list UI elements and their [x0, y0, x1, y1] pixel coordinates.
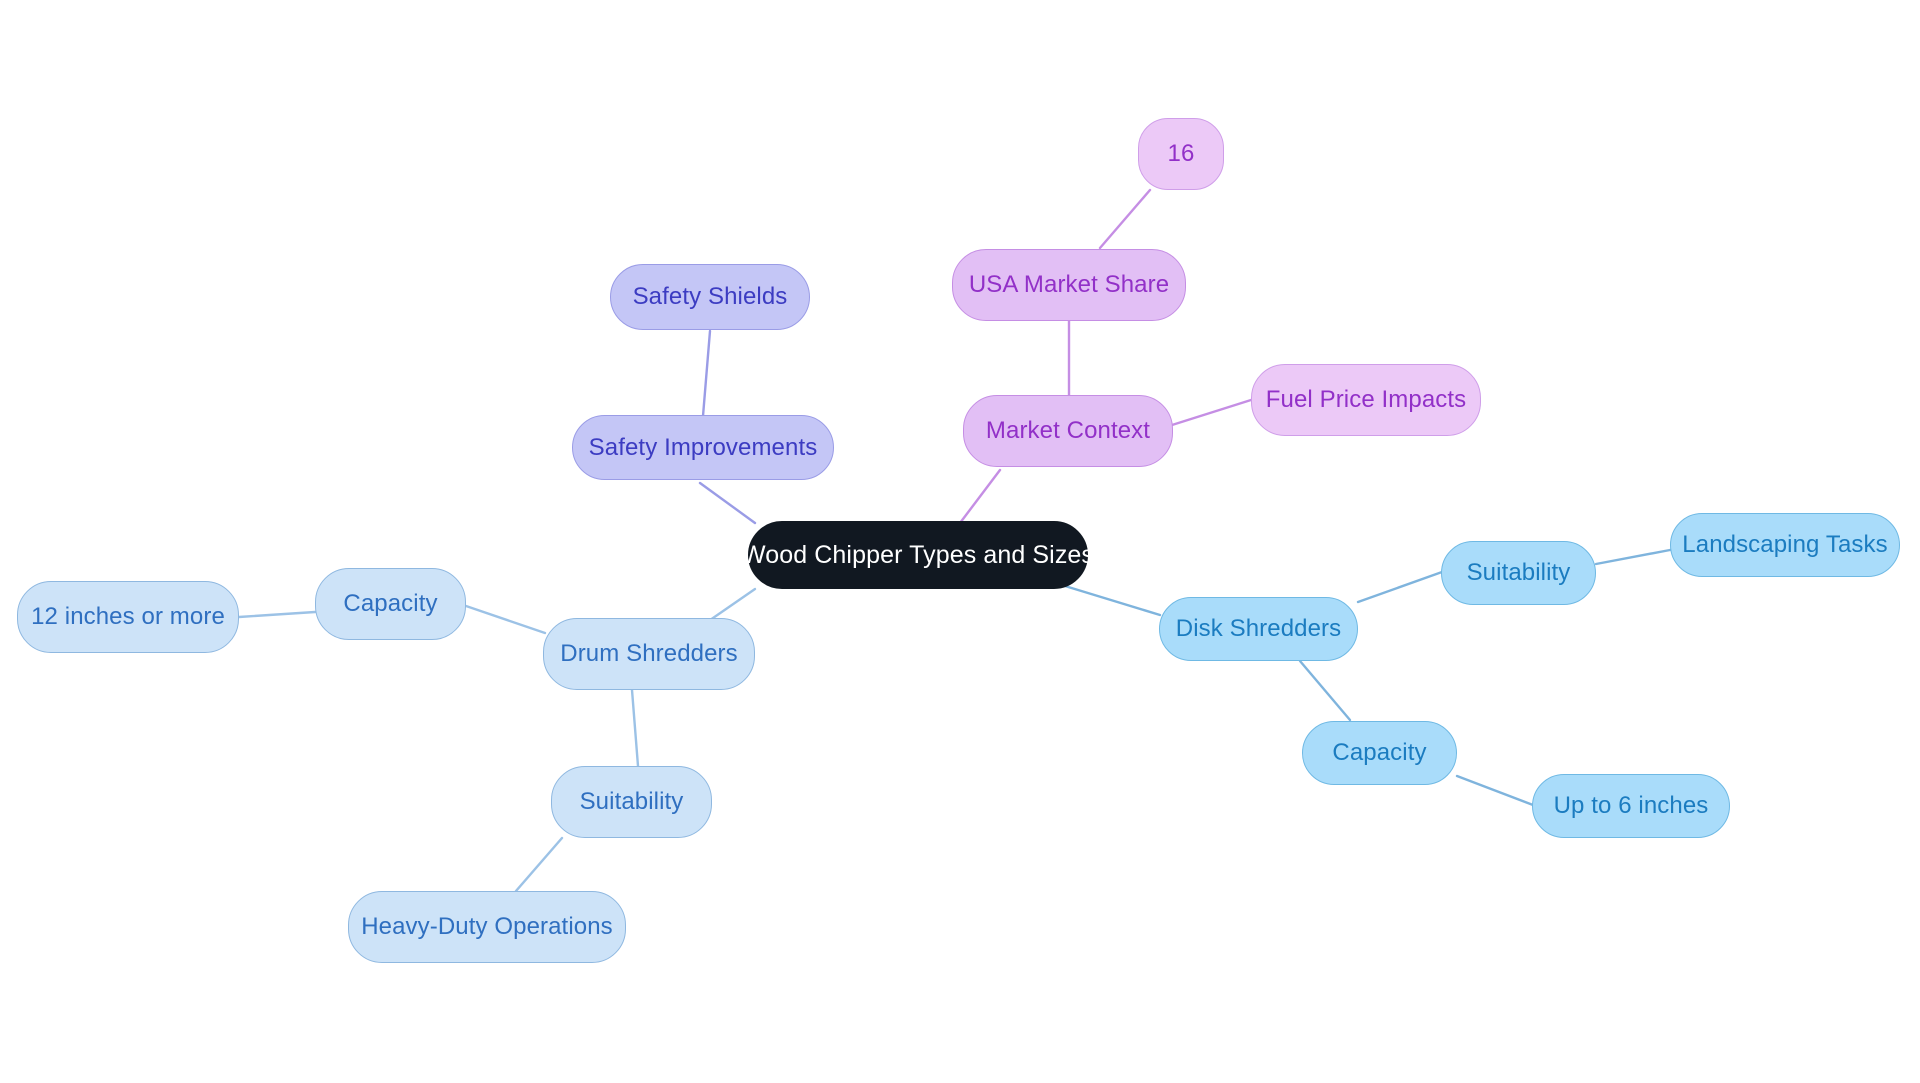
node-disk-capacity[interactable]: Capacity: [1302, 721, 1457, 785]
node-drum-capacity-label: Capacity: [343, 590, 438, 618]
edge-drum-capacity-value: [237, 610, 317, 619]
edge-disk-suitability-value: [1594, 548, 1672, 566]
edge-drum-suitability-value: [514, 836, 564, 893]
edge-drum-shredders-capacity: [464, 604, 547, 635]
node-fuel-price-impacts-label: Fuel Price Impacts: [1265, 386, 1467, 414]
edge-drum-shredders-suitability: [630, 688, 640, 768]
node-disk-suitability-value-label: Landscaping Tasks: [1682, 531, 1888, 559]
node-drum-capacity-value[interactable]: 12 inches or more: [17, 581, 239, 653]
node-disk-suitability[interactable]: Suitability: [1441, 541, 1596, 605]
edge-root-disk-shredders: [1063, 584, 1162, 617]
edge-usa-market-share-value: [1098, 188, 1152, 250]
edge-disk-shredders-suitability: [1356, 570, 1444, 604]
edge-safety-improvements-safety-shields: [701, 329, 712, 418]
node-disk-capacity-value[interactable]: Up to 6 inches: [1532, 774, 1730, 838]
node-usa-market-share[interactable]: USA Market Share: [952, 249, 1186, 321]
edge-disk-capacity-value: [1455, 774, 1535, 807]
node-drum-suitability-value-label: Heavy-Duty Operations: [361, 913, 613, 941]
mindmap-canvas: Wood Chipper Types and Sizes Safety Impr…: [0, 0, 1920, 1083]
node-usa-market-share-label: USA Market Share: [968, 271, 1170, 299]
node-root-label: Wood Chipper Types and Sizes: [741, 540, 1095, 569]
node-drum-capacity[interactable]: Capacity: [315, 568, 466, 640]
edge-root-safety-improvements: [698, 481, 757, 525]
node-disk-suitability-value[interactable]: Landscaping Tasks: [1670, 513, 1900, 577]
node-fuel-price-impacts[interactable]: Fuel Price Impacts: [1251, 364, 1481, 436]
node-disk-shredders-label: Disk Shredders: [1175, 615, 1342, 643]
node-safety-shields-label: Safety Shields: [632, 283, 788, 311]
node-disk-capacity-value-label: Up to 6 inches: [1553, 792, 1709, 820]
node-root[interactable]: Wood Chipper Types and Sizes: [742, 521, 1094, 589]
node-market-context[interactable]: Market Context: [963, 395, 1173, 467]
node-drum-shredders[interactable]: Drum Shredders: [543, 618, 755, 690]
edge-disk-shredders-capacity: [1298, 659, 1352, 722]
node-drum-suitability-value[interactable]: Heavy-Duty Operations: [348, 891, 626, 963]
node-safety-improvements[interactable]: Safety Improvements: [572, 415, 834, 480]
node-drum-shredders-label: Drum Shredders: [560, 640, 738, 668]
node-safety-shields[interactable]: Safety Shields: [610, 264, 810, 330]
node-usa-market-share-value-label: 16: [1167, 140, 1195, 168]
node-disk-suitability-label: Suitability: [1466, 559, 1571, 587]
node-disk-capacity-label: Capacity: [1332, 739, 1427, 767]
edge-market-context-fuel-price-impacts: [1170, 398, 1253, 427]
node-drum-capacity-value-label: 12 inches or more: [31, 603, 225, 631]
node-drum-suitability-label: Suitability: [579, 788, 684, 816]
edge-root-market-context: [958, 468, 1002, 525]
node-drum-suitability[interactable]: Suitability: [551, 766, 712, 838]
node-safety-improvements-label: Safety Improvements: [588, 433, 818, 461]
node-usa-market-share-value[interactable]: 16: [1138, 118, 1224, 190]
node-market-context-label: Market Context: [985, 417, 1151, 445]
node-disk-shredders[interactable]: Disk Shredders: [1159, 597, 1358, 661]
